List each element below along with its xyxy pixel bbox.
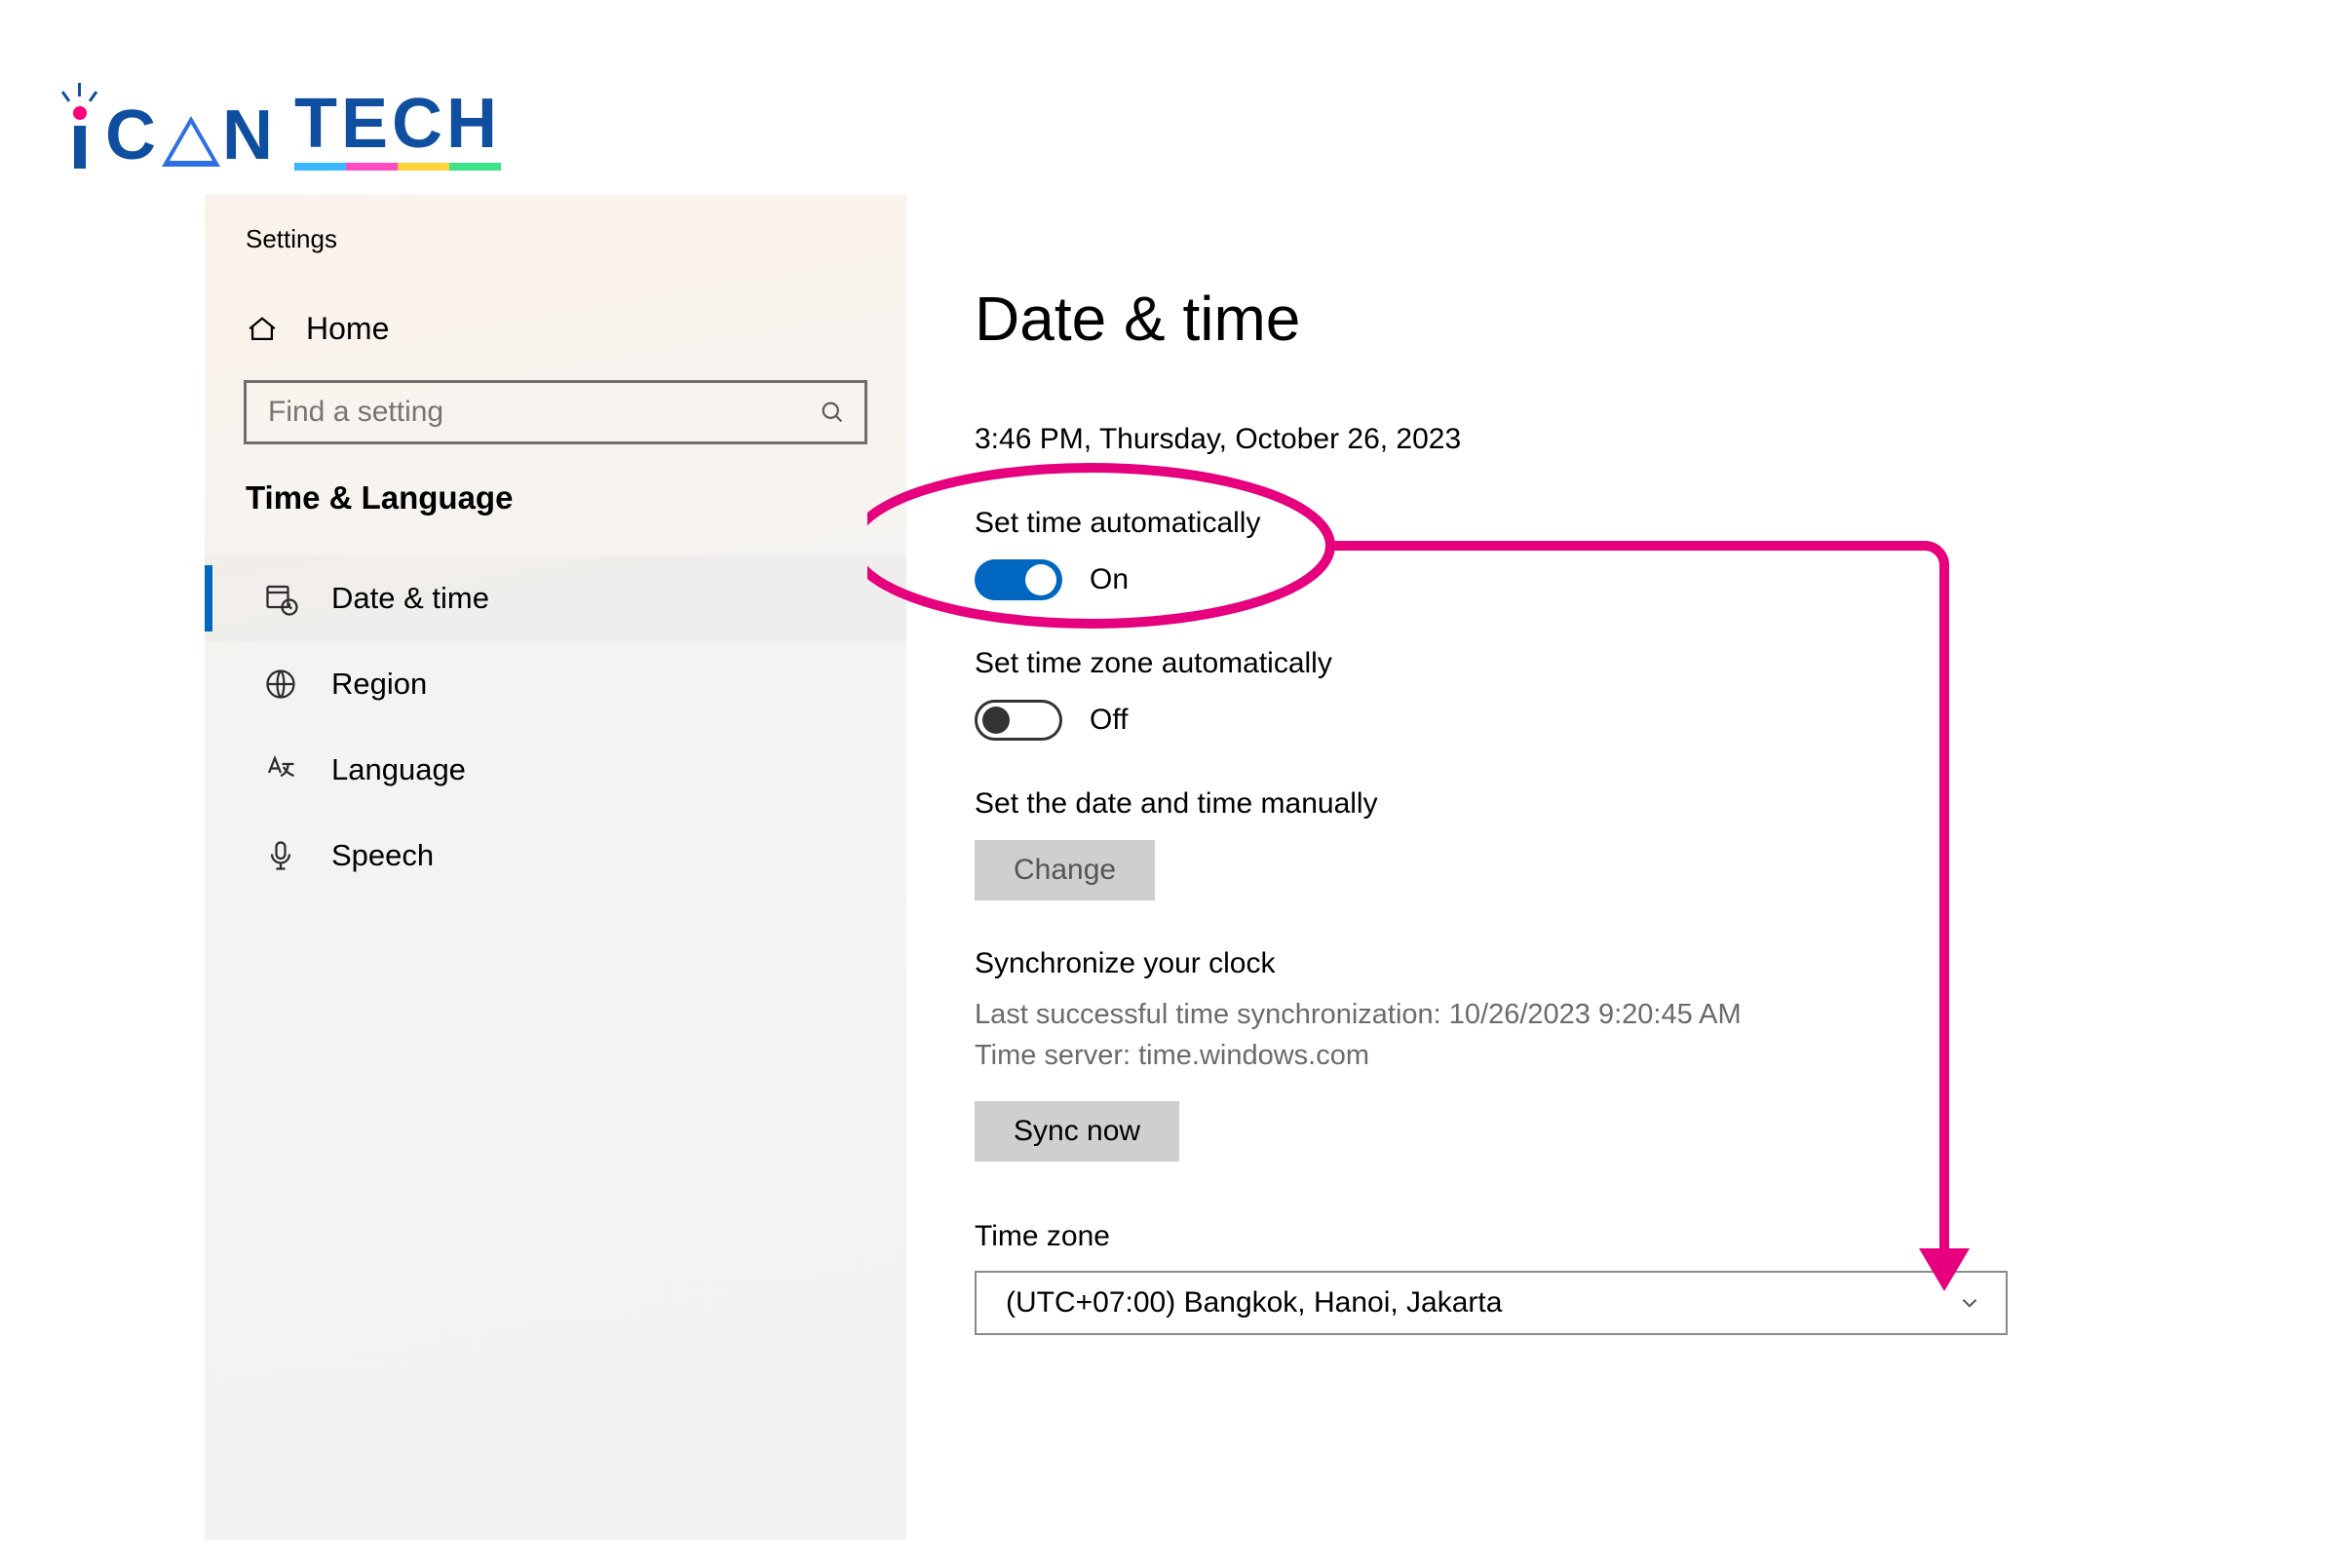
setting-sync-clock: Synchronize your clock Last successful t… [975, 947, 2008, 1162]
sidebar-item-language[interactable]: Language [205, 727, 906, 813]
brand-letter-c: C [105, 100, 160, 171]
sidebar-category: Time & Language [205, 479, 906, 555]
sync-server: Time server: time.windows.com [975, 1035, 2008, 1076]
set-time-auto-label: Set time automatically [975, 507, 2008, 540]
manual-label: Set the date and time manually [975, 787, 2008, 821]
set-tz-auto-toggle[interactable] [975, 700, 1062, 741]
set-tz-auto-state: Off [1090, 704, 1128, 737]
search-icon [819, 399, 846, 426]
language-icon [263, 752, 298, 787]
calendar-clock-icon [263, 581, 298, 616]
chevron-down-icon [1957, 1290, 1982, 1316]
brand-logo: C N TECH [60, 83, 501, 171]
change-button[interactable]: Change [975, 840, 1155, 900]
sidebar-item-date-time[interactable]: Date & time [205, 555, 906, 641]
app-title: Settings [205, 224, 906, 284]
sync-last: Last successful time synchronization: 10… [975, 994, 2008, 1035]
timezone-select[interactable]: (UTC+07:00) Bangkok, Hanoi, Jakarta [975, 1271, 2008, 1335]
search-wrap [244, 380, 867, 444]
sync-title: Synchronize your clock [975, 947, 2008, 980]
setting-timezone: Time zone (UTC+07:00) Bangkok, Hanoi, Ja… [975, 1220, 2008, 1335]
search-input[interactable] [244, 380, 867, 444]
home-icon [246, 313, 279, 346]
page-title: Date & time [975, 283, 2008, 355]
sidebar-item-region[interactable]: Region [205, 641, 906, 727]
brand-letter-n: N [222, 100, 277, 171]
globe-icon [263, 667, 298, 702]
timezone-label: Time zone [975, 1220, 2008, 1253]
settings-sidebar: Settings Home Time & Language [205, 195, 906, 1540]
setting-manual-datetime: Set the date and time manually Change [975, 787, 2008, 900]
set-time-auto-state: On [1090, 563, 1129, 596]
timezone-selected: (UTC+07:00) Bangkok, Hanoi, Jakarta [1006, 1286, 1502, 1319]
set-tz-auto-label: Set time zone automatically [975, 647, 2008, 680]
settings-main: Date & time 3:46 PM, Thursday, October 2… [906, 195, 2076, 1540]
sidebar-item-label: Region [331, 667, 427, 702]
sync-now-button[interactable]: Sync now [975, 1101, 1179, 1162]
sidebar-item-label: Language [331, 752, 466, 787]
set-time-auto-toggle[interactable] [975, 559, 1062, 600]
setting-set-tz-auto: Set time zone automatically Off [975, 647, 2008, 741]
triangle-a-icon [162, 116, 220, 167]
sidebar-item-speech[interactable]: Speech [205, 813, 906, 899]
sidebar-home[interactable]: Home [205, 284, 906, 380]
brand-word-tech: TECH [294, 89, 501, 171]
current-datetime: 3:46 PM, Thursday, October 26, 2023 [975, 423, 2008, 456]
sidebar-home-label: Home [306, 311, 389, 347]
setting-set-time-auto: Set time automatically On [975, 507, 2008, 600]
sidebar-item-label: Speech [331, 838, 434, 873]
sidebar-nav: Date & time Region Langu [205, 555, 906, 899]
lightbulb-icon [60, 83, 99, 171]
microphone-icon [263, 838, 298, 873]
settings-window: Settings Home Time & Language [205, 195, 2076, 1540]
sidebar-item-label: Date & time [331, 581, 489, 616]
